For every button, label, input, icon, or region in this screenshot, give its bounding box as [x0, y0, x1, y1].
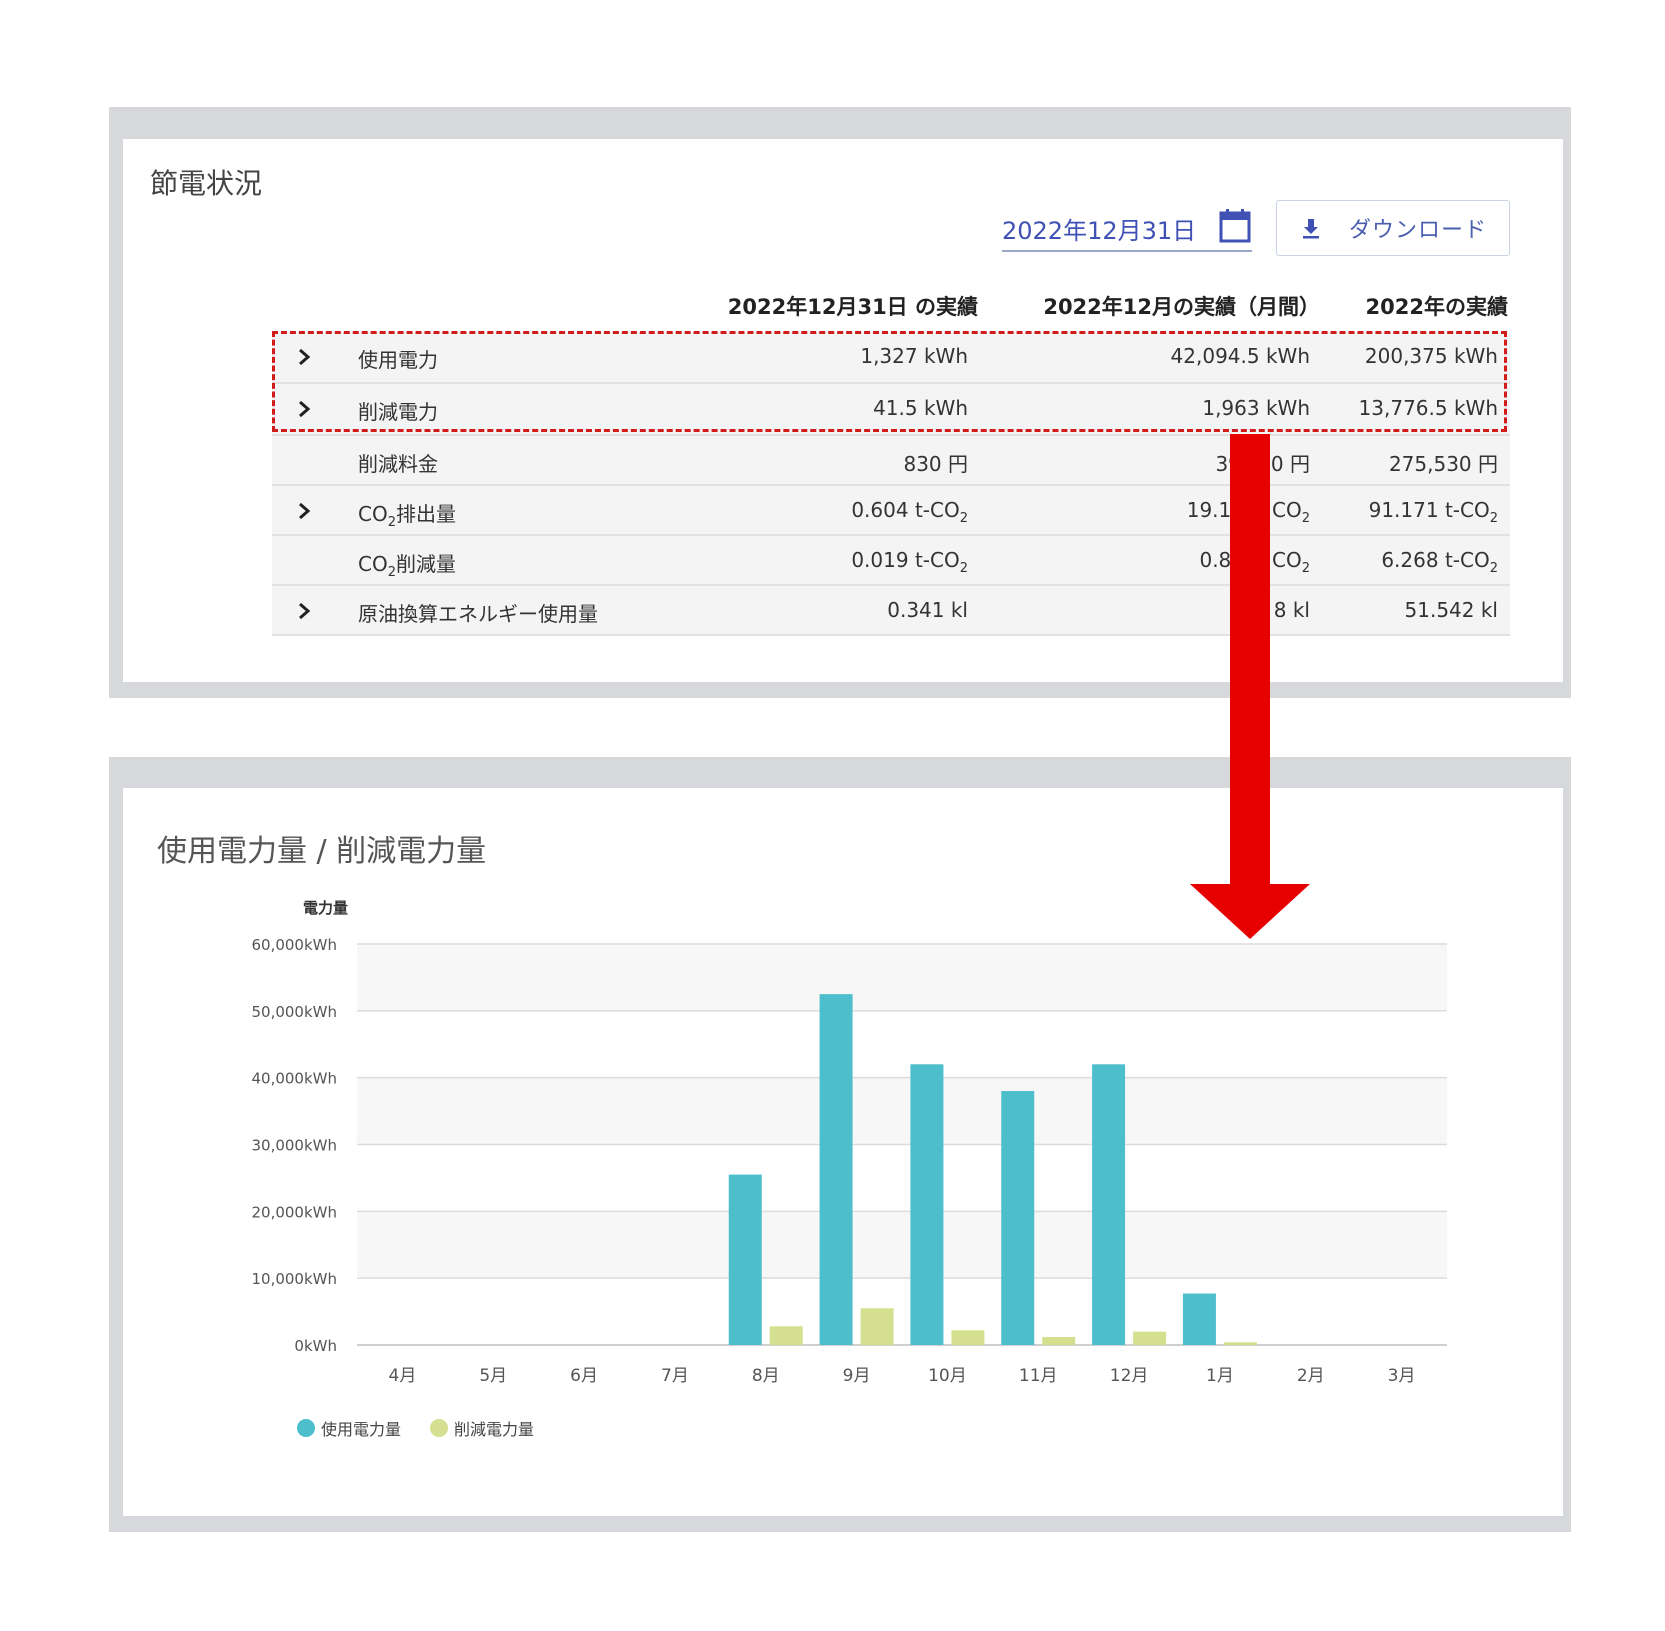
date-value: 2022年12月31日 [1002, 216, 1197, 245]
value-day: 41.5 kWh [873, 396, 968, 420]
legend-dot [297, 1419, 315, 1437]
legend-dot [430, 1419, 448, 1437]
row-label: CO2排出量 [358, 502, 456, 530]
value-year: 275,530 円 [1388, 452, 1498, 476]
table-row-power-reduction[interactable]: 削減電力 41.5 kWh 1,963 kWh 13,776.5 kWh [272, 384, 1510, 436]
column-header-year: 2022年の実績 [1365, 295, 1508, 319]
column-header-month: 2022年12月の実績（月間） [1043, 295, 1320, 319]
chevron-right-icon[interactable] [296, 500, 312, 522]
table-row-crude-oil-energy[interactable]: 原油換算エネルギー使用量 0.341 kl 18 kl 51.542 kl [272, 586, 1510, 636]
value-year: 6.268 t-CO2 [1381, 548, 1498, 576]
value-day: 830 円 [903, 452, 968, 476]
table-row-co2-emission[interactable]: CO2排出量 0.604 t-CO2 19.15 CO2 91.171 t-CO2 [272, 486, 1510, 536]
download-button[interactable]: ダウンロード [1276, 200, 1510, 256]
chart-title: 使用電力量 / 削減電力量 [157, 834, 487, 869]
row-label: 削減電力 [358, 400, 438, 424]
calendar-icon[interactable] [1218, 208, 1252, 244]
row-label: 削減料金 [358, 452, 438, 476]
value-day: 0.019 t-CO2 [851, 548, 968, 576]
chevron-right-icon[interactable] [296, 398, 312, 420]
column-header-day: 2022年12月31日 の実績 [727, 295, 978, 319]
value-year: 91.171 t-CO2 [1368, 498, 1498, 526]
download-label: ダウンロード [1349, 218, 1488, 243]
chevron-right-icon[interactable] [296, 600, 312, 622]
table-row-co2-reduction: CO2削減量 0.019 t-CO2 0.89 CO2 6.268 t-CO2 [272, 536, 1510, 586]
legend-label: 削減電力量 [454, 1420, 535, 1439]
value-year: 200,375 kWh [1364, 344, 1498, 368]
row-label: 使用電力 [358, 348, 438, 372]
download-icon [1303, 219, 1319, 239]
date-picker-field[interactable]: 2022年12月31日 [1002, 206, 1252, 252]
legend-item-usage[interactable]: 使用電力量 [297, 1416, 401, 1440]
row-label: 原油換算エネルギー使用量 [358, 602, 598, 626]
summary-title: 節電状況 [150, 167, 263, 200]
legend-item-reduction[interactable]: 削減電力量 [430, 1416, 534, 1440]
table-row-power-usage[interactable]: 使用電力 1,327 kWh 42,094.5 kWh 200,375 kWh [272, 332, 1510, 384]
red-arrow-annotation [1190, 434, 1310, 939]
value-day: 1,327 kWh [860, 344, 968, 368]
legend-label: 使用電力量 [321, 1420, 402, 1439]
table-row-cost-reduction: 削減料金 830 円 39 0 円 275,530 円 [272, 436, 1510, 486]
value-month: 1,963 kWh [1202, 396, 1310, 420]
value-year: 51.542 kl [1404, 598, 1498, 622]
value-month: 42,094.5 kWh [1170, 344, 1310, 368]
chevron-right-icon[interactable] [296, 346, 312, 368]
value-day: 0.604 t-CO2 [851, 498, 968, 526]
chart-panel [123, 788, 1563, 1516]
summary-table: 使用電力 1,327 kWh 42,094.5 kWh 200,375 kWh … [272, 332, 1510, 636]
row-label: CO2削減量 [358, 552, 456, 580]
value-day: 0.341 kl [887, 598, 968, 622]
value-year: 13,776.5 kWh [1358, 396, 1498, 420]
